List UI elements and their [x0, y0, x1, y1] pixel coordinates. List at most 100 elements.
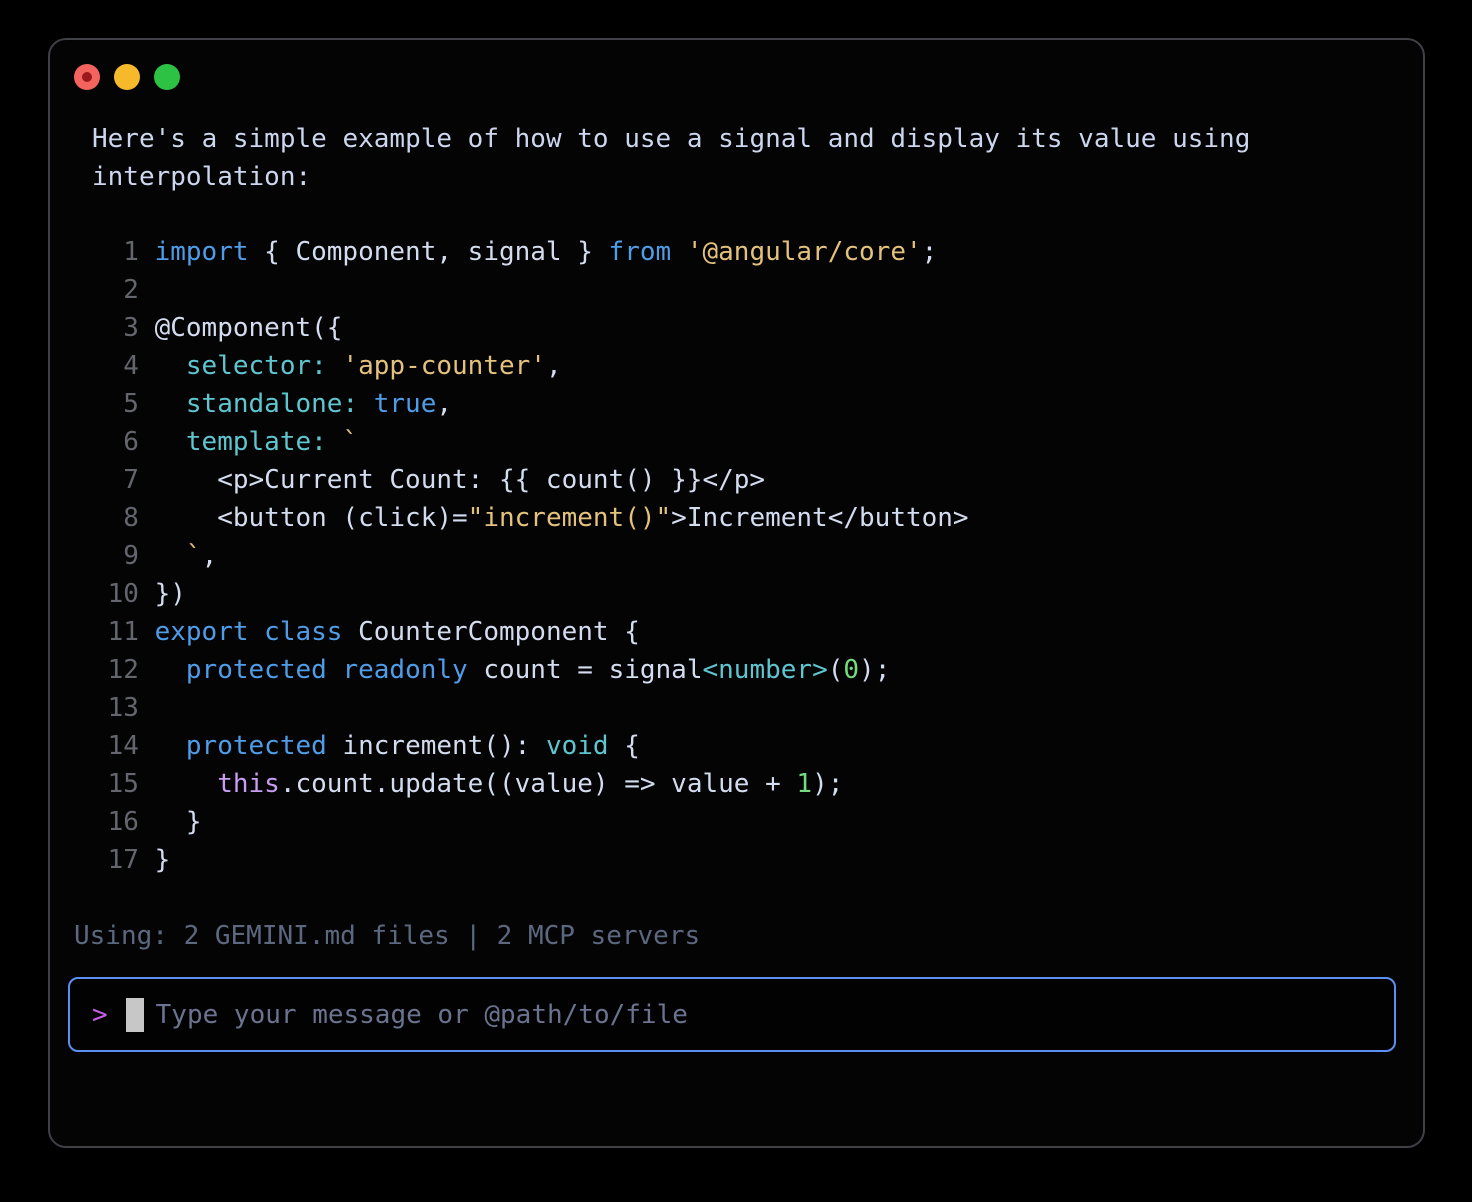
code-line: 17} — [92, 841, 969, 879]
code-token-plain: }) — [155, 579, 186, 609]
line-number: 1 — [92, 233, 139, 271]
code-line: 8 <button (click)="increment()">Incremen… — [92, 499, 969, 537]
code-token-str: '@angular/core' — [687, 237, 922, 267]
minimize-window-button[interactable] — [114, 64, 140, 90]
code-token-plain — [327, 655, 343, 685]
code-line: 15 this.count.update((value) => value + … — [92, 765, 969, 803]
code-token-kw: class — [264, 617, 342, 647]
line-number: 15 — [92, 765, 139, 803]
line-number: 17 — [92, 841, 139, 879]
code-token-plain — [327, 427, 343, 457]
code-line: 13 — [92, 689, 969, 727]
line-number: 10 — [92, 575, 139, 613]
terminal-window: Here's a simple example of how to use a … — [48, 38, 1425, 1148]
code-token-plain — [155, 731, 186, 761]
code-token-str: ` — [186, 541, 202, 571]
code-token-plain: { Component, signal } — [249, 237, 609, 267]
code-token-plain — [671, 237, 687, 267]
line-number: 12 — [92, 651, 139, 689]
code-token-type: template: — [186, 427, 327, 457]
code-token-kw: from — [609, 237, 672, 267]
code-token-plain: } — [155, 807, 202, 837]
code-token-plain: { — [609, 731, 640, 761]
code-token-plain: } — [155, 845, 171, 875]
code-token-plain: .count.update((value) => value + — [280, 769, 797, 799]
code-token-plain: @Component({ — [155, 313, 343, 343]
prompt-caret: > — [92, 1000, 108, 1030]
context-status-text: Using: 2 GEMINI.md files | 2 MCP servers — [74, 917, 700, 955]
message-input[interactable]: > Type your message or @path/to/file — [68, 977, 1396, 1052]
line-number: 8 — [92, 499, 139, 537]
code-token-plain: ; — [922, 237, 938, 267]
code-line: 6 template: ` — [92, 423, 969, 461]
code-token-plain: count = signal — [468, 655, 703, 685]
code-token-kw: true — [374, 389, 437, 419]
text-cursor — [126, 998, 144, 1032]
code-token-plain: ( — [828, 655, 844, 685]
input-placeholder: Type your message or @path/to/file — [156, 1000, 688, 1030]
code-token-kw: export — [155, 617, 249, 647]
code-token-plain: , — [202, 541, 218, 571]
code-token-plain: <button (click)= — [155, 503, 468, 533]
code-token-plain: , — [546, 351, 562, 381]
code-token-type: selector: — [186, 351, 327, 381]
line-number: 3 — [92, 309, 139, 347]
line-number: 4 — [92, 347, 139, 385]
code-line: 3 @Component({ — [92, 309, 969, 347]
code-line: 11 export class CounterComponent { — [92, 613, 969, 651]
code-token-kw: readonly — [342, 655, 467, 685]
code-token-plain — [358, 389, 374, 419]
code-token-kw: protected — [186, 655, 327, 685]
code-token-str: ` — [342, 427, 358, 457]
code-token-plain: ); — [859, 655, 890, 685]
line-number: 5 — [92, 385, 139, 423]
code-token-plain — [155, 427, 186, 457]
code-token-type: standalone: — [186, 389, 358, 419]
code-line: 5 standalone: true, — [92, 385, 969, 423]
code-token-plain: <p>Current Count: {{ count() }}</p> — [155, 465, 765, 495]
line-number: 2 — [92, 271, 139, 309]
code-token-type: <number> — [703, 655, 828, 685]
code-token-plain: increment(): — [327, 731, 546, 761]
code-token-plain — [155, 769, 218, 799]
code-line: 9 `, — [92, 537, 969, 575]
code-line: 14 protected increment(): void { — [92, 727, 969, 765]
code-line: 16 } — [92, 803, 969, 841]
code-token-this: this — [217, 769, 280, 799]
code-line: 12 protected readonly count = signal<num… — [92, 651, 969, 689]
code-token-plain: , — [436, 389, 452, 419]
code-line: 7 <p>Current Count: {{ count() }}</p> — [92, 461, 969, 499]
code-token-plain: CounterComponent { — [342, 617, 639, 647]
code-token-plain — [155, 541, 186, 571]
code-block: 1 import { Component, signal } from '@ang… — [92, 233, 969, 879]
close-window-button[interactable] — [74, 64, 100, 90]
code-token-plain — [155, 655, 186, 685]
code-line: 1 import { Component, signal } from '@ang… — [92, 233, 969, 271]
code-token-plain — [155, 389, 186, 419]
code-token-kw: import — [155, 237, 249, 267]
line-number: 11 — [92, 613, 139, 651]
line-number: 6 — [92, 423, 139, 461]
code-token-num_lit: 0 — [843, 655, 859, 685]
line-number: 7 — [92, 461, 139, 499]
code-token-plain — [155, 351, 186, 381]
code-line: 2 — [92, 271, 969, 309]
code-token-plain: ); — [812, 769, 843, 799]
assistant-message: Here's a simple example of how to use a … — [92, 120, 1250, 196]
code-token-plain — [327, 351, 343, 381]
code-token-plain — [249, 617, 265, 647]
code-token-str: 'app-counter' — [342, 351, 546, 381]
line-number: 13 — [92, 689, 139, 727]
code-line: 10}) — [92, 575, 969, 613]
line-number: 14 — [92, 727, 139, 765]
line-number: 16 — [92, 803, 139, 841]
window-controls — [74, 64, 180, 90]
line-number: 9 — [92, 537, 139, 575]
code-token-type: void — [546, 731, 609, 761]
zoom-window-button[interactable] — [154, 64, 180, 90]
code-line: 4 selector: 'app-counter', — [92, 347, 969, 385]
code-token-str: "increment()" — [468, 503, 672, 533]
code-token-plain: >Increment</button> — [671, 503, 968, 533]
code-token-num_lit: 1 — [796, 769, 812, 799]
code-token-kw: protected — [186, 731, 327, 761]
